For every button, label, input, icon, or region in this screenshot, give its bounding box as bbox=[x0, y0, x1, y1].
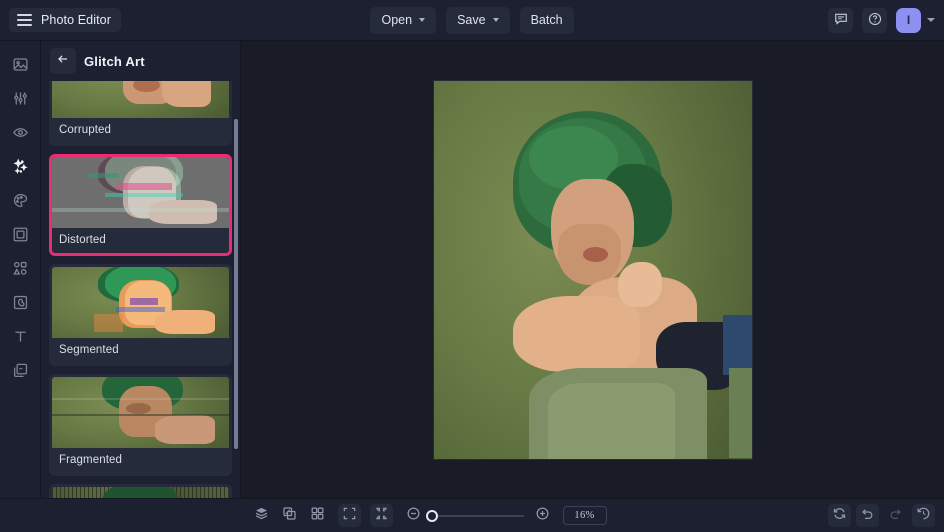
sidebar-item-color[interactable] bbox=[5, 187, 35, 219]
palette-icon bbox=[12, 192, 29, 214]
tool-rail bbox=[0, 41, 41, 498]
preset-thumbnail bbox=[52, 267, 229, 338]
list-item[interactable]: Corrupted bbox=[49, 81, 232, 146]
reset-button[interactable] bbox=[828, 504, 851, 527]
shapes-icon bbox=[12, 260, 29, 282]
list-item-label: Corrupted bbox=[52, 118, 229, 143]
list-item-label: Distorted bbox=[52, 228, 229, 253]
app-title: Photo Editor bbox=[41, 13, 111, 27]
sidebar-item-image[interactable] bbox=[5, 51, 35, 83]
history-icon bbox=[916, 506, 931, 526]
help-button[interactable] bbox=[862, 8, 887, 33]
layers-stack-icon bbox=[254, 506, 269, 526]
list-item[interactable]: Distorted bbox=[49, 154, 232, 256]
batch-label: Batch bbox=[531, 13, 563, 27]
sidebar-item-text[interactable] bbox=[5, 323, 35, 355]
preset-thumbnail bbox=[52, 157, 229, 228]
zoom-out-button[interactable] bbox=[402, 504, 425, 527]
zoom-in-button[interactable] bbox=[531, 504, 554, 527]
sidebar-item-overlays[interactable] bbox=[5, 289, 35, 321]
sidebar-item-effects[interactable] bbox=[5, 153, 35, 185]
sliders-icon bbox=[12, 90, 29, 112]
reset-icon bbox=[832, 506, 847, 526]
back-button[interactable] bbox=[50, 48, 76, 74]
avatar[interactable]: I bbox=[896, 8, 921, 33]
presets-panel: Glitch Art Corrupted bbox=[41, 41, 241, 498]
sidebar-item-layers[interactable] bbox=[5, 357, 35, 389]
main-body: Glitch Art Corrupted bbox=[0, 41, 944, 498]
zoom-level-value[interactable]: 16% bbox=[563, 506, 607, 525]
frame-icon bbox=[12, 226, 29, 248]
batch-button[interactable]: Batch bbox=[520, 7, 574, 34]
list-item[interactable]: Digitized bbox=[49, 484, 232, 498]
sidebar-item-retouch[interactable] bbox=[5, 119, 35, 151]
page-title: Glitch Art bbox=[84, 54, 145, 69]
sidebar-item-frame[interactable] bbox=[5, 221, 35, 253]
open-button[interactable]: Open bbox=[370, 7, 436, 34]
list-item[interactable]: Segmented bbox=[49, 264, 232, 366]
redo-icon bbox=[888, 506, 903, 526]
presets-scroll-area[interactable]: Corrupted bbox=[41, 81, 240, 498]
layers-icon bbox=[12, 362, 29, 384]
history-tools-group bbox=[828, 504, 935, 527]
fit-screen-button[interactable] bbox=[338, 504, 361, 527]
hamburger-icon bbox=[17, 14, 32, 26]
list-item[interactable]: Fragmented bbox=[49, 374, 232, 476]
sidebar-item-adjust[interactable] bbox=[5, 85, 35, 117]
panel-scrollbar-thumb[interactable] bbox=[234, 119, 238, 449]
chevron-down-icon[interactable] bbox=[927, 18, 935, 22]
view-tools-group bbox=[250, 504, 329, 527]
fit-screen-icon bbox=[342, 506, 357, 526]
sidebar-item-shapes[interactable] bbox=[5, 255, 35, 287]
redo-button[interactable] bbox=[884, 504, 907, 527]
panel-scrollbar-track[interactable] bbox=[234, 119, 238, 498]
preset-thumbnail bbox=[52, 81, 229, 118]
arrow-left-icon bbox=[56, 52, 70, 71]
text-icon bbox=[12, 328, 29, 350]
collapse-button[interactable] bbox=[370, 504, 393, 527]
layers-button[interactable] bbox=[250, 504, 273, 527]
zoom-slider-track[interactable] bbox=[432, 515, 524, 517]
app-window: Photo Editor Open Save Batch bbox=[0, 0, 944, 532]
app-menu-button[interactable]: Photo Editor bbox=[9, 8, 121, 32]
feedback-button[interactable] bbox=[828, 8, 853, 33]
top-toolbar: Photo Editor Open Save Batch bbox=[0, 0, 944, 41]
chevron-down-icon bbox=[493, 18, 499, 22]
preset-thumbnail bbox=[52, 487, 229, 498]
open-label: Open bbox=[381, 13, 412, 27]
bottom-toolbar: 16% bbox=[0, 498, 944, 532]
sparkles-icon bbox=[12, 158, 29, 180]
account-actions-group: I bbox=[828, 8, 935, 33]
help-circle-icon bbox=[868, 12, 882, 29]
grid-icon bbox=[310, 506, 325, 526]
save-label: Save bbox=[457, 13, 486, 27]
list-item-label: Fragmented bbox=[52, 448, 229, 473]
panel-header: Glitch Art bbox=[41, 41, 240, 81]
eye-icon bbox=[12, 124, 29, 146]
minus-circle-icon bbox=[406, 506, 421, 526]
zoom-controls-group: 16% bbox=[0, 504, 944, 527]
collapse-icon bbox=[374, 506, 389, 526]
zoom-slider-handle[interactable] bbox=[426, 510, 438, 522]
list-item-label: Segmented bbox=[52, 338, 229, 363]
grid-view-button[interactable] bbox=[306, 504, 329, 527]
compare-icon bbox=[282, 506, 297, 526]
compare-button[interactable] bbox=[278, 504, 301, 527]
save-button[interactable]: Save bbox=[446, 7, 510, 34]
undo-button[interactable] bbox=[856, 504, 879, 527]
chevron-down-icon bbox=[419, 18, 425, 22]
flower-icon bbox=[12, 294, 29, 316]
image-icon bbox=[12, 56, 29, 78]
canvas-image[interactable] bbox=[434, 81, 752, 459]
plus-circle-icon bbox=[535, 506, 550, 526]
file-actions-group: Open Save Batch bbox=[0, 7, 944, 34]
zoom-slider[interactable] bbox=[402, 504, 554, 527]
canvas-area[interactable] bbox=[241, 41, 944, 498]
history-button[interactable] bbox=[912, 504, 935, 527]
preset-thumbnail bbox=[52, 377, 229, 448]
comment-icon bbox=[834, 12, 848, 29]
undo-icon bbox=[860, 506, 875, 526]
